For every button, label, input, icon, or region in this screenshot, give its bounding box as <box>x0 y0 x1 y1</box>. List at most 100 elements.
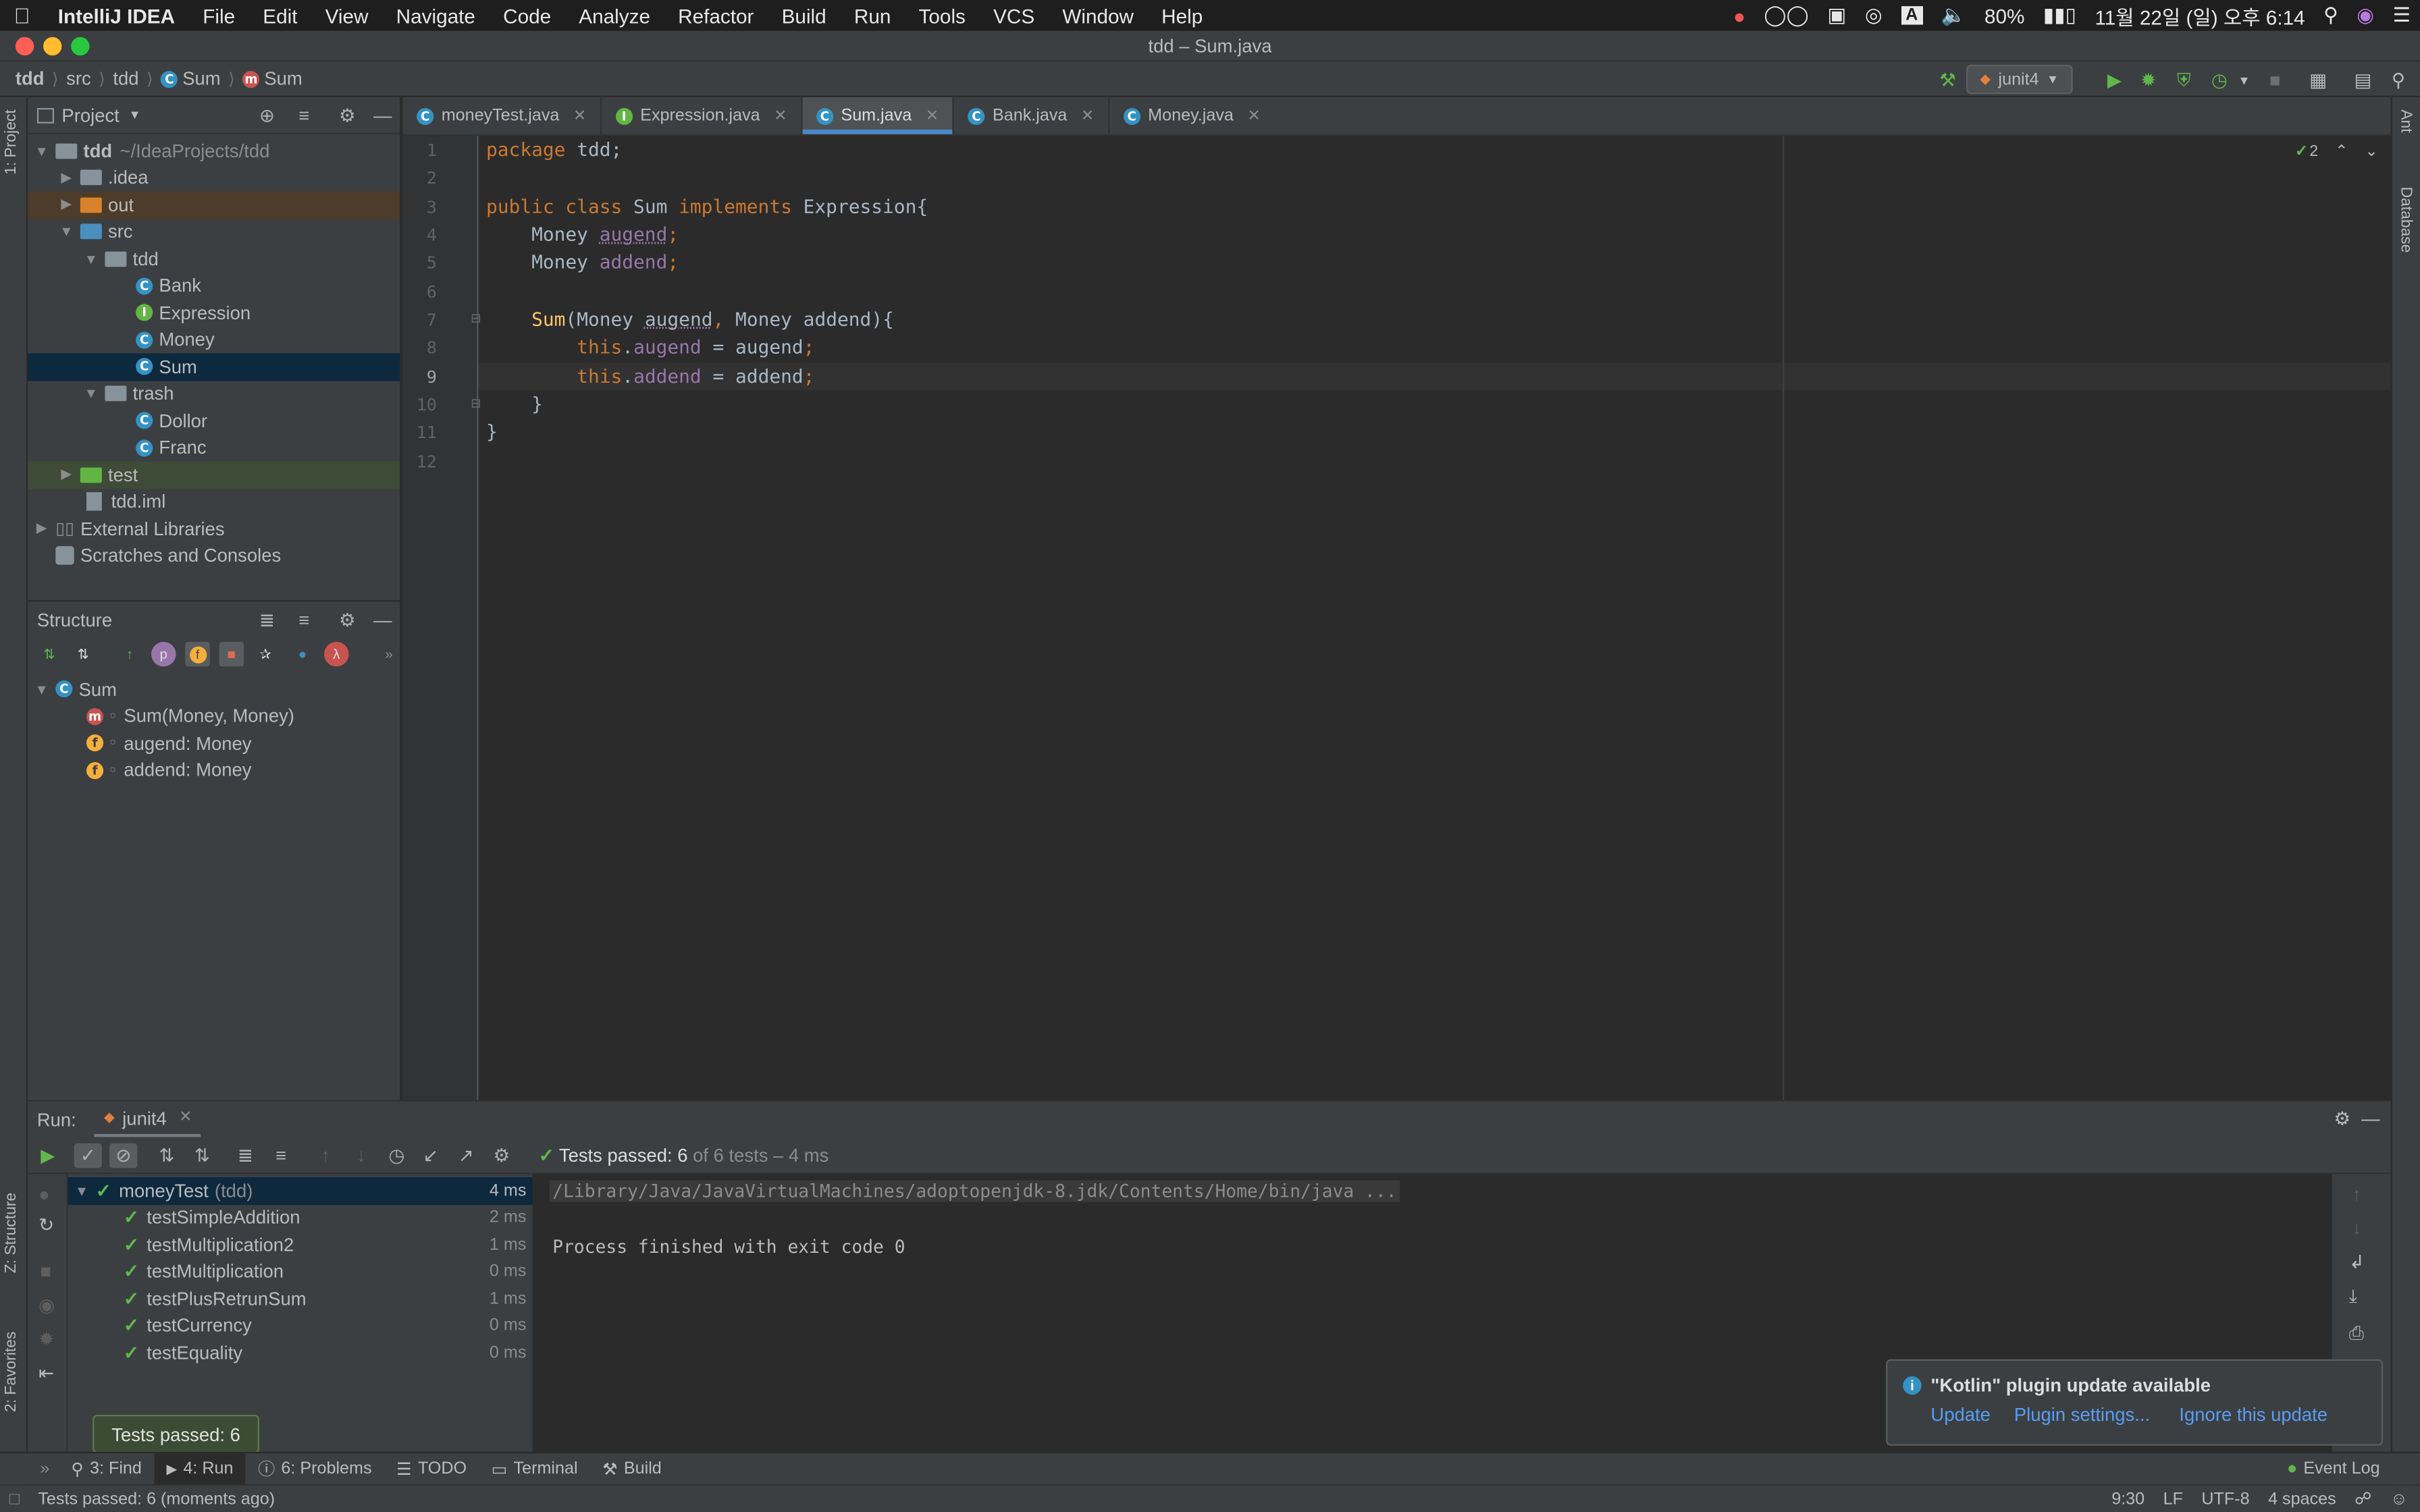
tool-terminal[interactable]: ▭ Terminal <box>479 1453 590 1485</box>
breadcrumb-src[interactable]: src <box>66 68 91 90</box>
gear-icon[interactable]: ⚙ <box>336 105 358 126</box>
chevron-down-icon[interactable]: ▼ <box>59 224 74 240</box>
run-icon[interactable]: ▶ <box>2102 68 2127 93</box>
tab-moneytest[interactable]: C moneyTest.java ✕ <box>403 97 602 134</box>
close-icon[interactable]: ✕ <box>774 107 787 124</box>
previous-test-icon[interactable]: ↑ <box>315 1145 336 1166</box>
volume-icon[interactable]: 🔈 <box>1932 3 1975 28</box>
chevron-down-icon[interactable]: ⌄ <box>2365 144 2378 161</box>
tree-item-tdd-iml[interactable]: tdd.iml <box>28 488 400 515</box>
tree-item-external-libraries[interactable]: ▶ ▯▯ External Libraries <box>28 515 400 542</box>
tab-database[interactable]: Database <box>2397 187 2414 253</box>
show-inherited-icon[interactable]: ↑ <box>117 642 142 667</box>
close-window-button[interactable] <box>15 36 34 56</box>
code-editor[interactable]: 1 2 3 4 5 6 7 8 9 10 11 12 ⊟ ⊟ package t… <box>402 136 2391 1100</box>
tool-todo[interactable]: ☰ TODO <box>384 1453 479 1485</box>
import-tests-icon[interactable]: ↙ <box>420 1145 442 1166</box>
input-source-icon[interactable]: A <box>1901 6 1923 25</box>
chevron-down-icon[interactable]: ▼ <box>34 682 49 697</box>
tab-structure[interactable]: Z: Structure <box>3 1193 20 1273</box>
menu-navigate[interactable]: Navigate <box>382 4 489 27</box>
notification-center-icon[interactable]: ● <box>1724 4 1754 27</box>
tree-root-tdd[interactable]: ▼ tdd ~/IdeaProjects/tdd <box>28 137 400 164</box>
tool-windows-toggle-icon[interactable]: □ <box>0 1490 29 1508</box>
breadcrumb-package[interactable]: tdd <box>113 68 138 90</box>
profile-icon[interactable]: ◷ <box>2207 68 2232 93</box>
control-center-icon[interactable]: ☰ <box>2384 3 2420 28</box>
minimize-icon[interactable]: — <box>372 610 394 631</box>
sort-visibility-icon[interactable]: ⇅ <box>37 642 62 667</box>
close-icon[interactable]: ✕ <box>179 1109 192 1126</box>
airplay-icon[interactable]: ◎ <box>1856 3 1891 28</box>
minimize-icon[interactable]: — <box>372 105 394 126</box>
menu-refactor[interactable]: Refactor <box>664 4 768 27</box>
scroll-to-end-icon[interactable]: ⤓ <box>2349 1285 2357 1308</box>
tree-item-tdd-package[interactable]: ▼ tdd <box>28 245 400 272</box>
tab-money[interactable]: C Money.java ✕ <box>1109 97 1274 134</box>
show-non-public-icon[interactable]: ■ <box>219 641 244 667</box>
project-structure-icon[interactable]: ▦ <box>2306 68 2331 93</box>
tree-item-expression[interactable]: I Expression <box>28 299 400 326</box>
menu-build[interactable]: Build <box>768 4 840 27</box>
structure-root[interactable]: ▼ C Sum <box>28 676 400 703</box>
history-icon[interactable]: ◷ <box>386 1145 407 1166</box>
inspection-widget[interactable]: ✓ 2 ⌃ ⌄ <box>2295 144 2378 161</box>
minimize-icon[interactable]: — <box>2361 1108 2379 1129</box>
caret-position[interactable]: 9:30 <box>2111 1490 2145 1508</box>
ignore-update-link[interactable]: Ignore this update <box>2179 1404 2327 1426</box>
sort-duration-icon[interactable]: ⇅ <box>191 1145 213 1166</box>
locate-icon[interactable]: ⊕ <box>256 105 278 126</box>
tree-item-test[interactable]: ▶ test <box>28 461 400 489</box>
menu-window[interactable]: Window <box>1049 4 1148 27</box>
tab-bank[interactable]: C Bank.java ✕ <box>954 97 1110 134</box>
run-config-selector[interactable]: ◆ junit4 ▼ <box>1966 65 2073 94</box>
menu-help[interactable]: Help <box>1148 4 1217 27</box>
battery-percent[interactable]: 80% <box>1975 4 2034 27</box>
chevron-up-icon[interactable]: ⌃ <box>2335 144 2348 161</box>
menu-vcs[interactable]: VCS <box>980 4 1049 27</box>
next-test-icon[interactable]: ↓ <box>350 1145 372 1166</box>
sort-alpha-icon[interactable]: ⇅ <box>71 642 96 667</box>
scroll-down-icon[interactable]: ↓ <box>2352 1217 2361 1239</box>
test-row[interactable]: ✓ testSimpleAddition 2 ms <box>68 1204 533 1231</box>
chevron-down-icon[interactable]: ▼ <box>2232 68 2257 93</box>
chevron-down-icon[interactable]: ▼ <box>83 251 99 267</box>
battery-icon[interactable]: ▮▮▯ <box>2034 3 2086 28</box>
test-row[interactable]: ✓ testMultiplication2 1 ms <box>68 1231 533 1258</box>
fold-icon[interactable]: ⊟ <box>471 312 481 326</box>
tree-item-sum[interactable]: C Sum <box>28 353 400 381</box>
tab-ant[interactable]: Ant <box>2397 109 2414 132</box>
breadcrumb-class[interactable]: C Sum <box>161 68 221 90</box>
collapse-all-icon[interactable]: ≡ <box>293 105 315 126</box>
restart-icon[interactable]: ↻ <box>38 1214 54 1236</box>
debug-icon[interactable]: ✹ <box>2136 68 2161 93</box>
structure-member-addend[interactable]: f ○ addend: Money <box>28 757 400 784</box>
chevron-right-icon[interactable]: ▶ <box>59 169 74 186</box>
menu-app-name[interactable]: IntelliJ IDEA <box>44 4 189 27</box>
export-tests-icon[interactable]: ↗ <box>455 1145 477 1166</box>
inspector-icon[interactable]: ☺ <box>2390 1490 2408 1508</box>
expand-strip-icon[interactable]: » <box>0 1459 59 1478</box>
menu-view[interactable]: View <box>311 4 382 27</box>
zoom-window-button[interactable] <box>71 36 90 56</box>
chevron-down-icon[interactable]: ▼ <box>129 108 141 122</box>
tool-problems[interactable]: ⓘ 6: Problems <box>246 1453 384 1485</box>
show-passed-icon[interactable]: ✓ <box>74 1143 102 1168</box>
tree-item-money[interactable]: C Money <box>28 326 400 353</box>
scroll-up-icon[interactable]: ↑ <box>2352 1183 2361 1205</box>
show-ignored-icon[interactable]: ⊘ <box>109 1143 138 1168</box>
tree-item-scratches[interactable]: Scratches and Consoles <box>28 542 400 569</box>
rerun-icon[interactable]: ▶ <box>37 1145 59 1166</box>
tool-build[interactable]: ⚒ Build <box>590 1453 674 1485</box>
tree-item-trash[interactable]: ▼ trash <box>28 380 400 407</box>
datetime[interactable]: 11월 22일 (일) 오후 6:14 <box>2086 1 2315 30</box>
close-icon[interactable]: ✕ <box>573 107 586 124</box>
structure-member-constructor[interactable]: m ○ Sum(Money, Money) <box>28 703 400 730</box>
test-row[interactable]: ✓ testPlusRetrunSum 1 ms <box>68 1285 533 1312</box>
tool-run[interactable]: ▶ 4: Run <box>154 1453 246 1485</box>
menu-analyze[interactable]: Analyze <box>565 4 664 27</box>
console-command-line[interactable]: /Library/Java/JavaVirtualMachines/adopto… <box>549 1180 1400 1202</box>
show-lambdas-icon[interactable]: ● <box>290 642 315 667</box>
soft-wrap-icon[interactable]: ↲ <box>2349 1251 2365 1273</box>
more-icon[interactable]: » <box>377 642 402 667</box>
